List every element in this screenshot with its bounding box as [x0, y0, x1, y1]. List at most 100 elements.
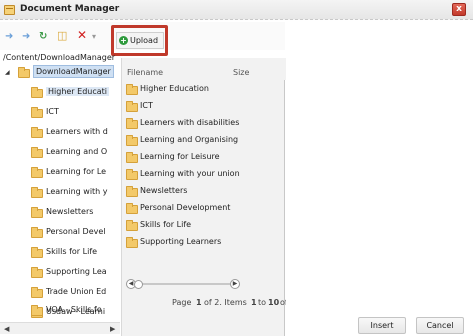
tree-item-label: Skills for Life: [46, 247, 98, 256]
tree-item-label: Learning and O: [46, 147, 108, 156]
pager-items-to: 10: [268, 298, 280, 307]
file-row[interactable]: Learning with your union: [126, 166, 284, 183]
folder-icon: [31, 167, 43, 178]
tree-item[interactable]: Trade Union Ed: [0, 283, 120, 303]
file-name: Learning for Leisure: [140, 152, 220, 161]
file-row[interactable]: ICT: [126, 98, 284, 115]
insert-button[interactable]: Insert: [358, 317, 406, 334]
scroll-thumb[interactable]: [134, 280, 143, 289]
folder-icon: [126, 152, 138, 163]
folder-icon: [126, 118, 138, 129]
forward-arrow-icon[interactable]: ➜: [22, 31, 30, 42]
folder-icon: [126, 135, 138, 146]
back-arrow-icon[interactable]: ➜: [5, 31, 13, 42]
file-row[interactable]: Learning and Organising: [126, 132, 284, 149]
cancel-button[interactable]: Cancel: [416, 317, 464, 334]
scroll-track[interactable]: [136, 283, 230, 285]
folder-icon: [18, 67, 30, 78]
tree-item[interactable]: VOA - Skills fo: [0, 303, 120, 321]
tree-item-label: DownloadManager: [33, 65, 114, 78]
folder-icon: [126, 101, 138, 112]
upload-label: Upload: [130, 36, 159, 45]
file-list-pane: Filename Size Higher Education ICT Learn…: [121, 58, 303, 336]
tree-item[interactable]: Personal Devel: [0, 223, 120, 243]
file-name: Higher Education: [140, 84, 209, 93]
scroll-right-icon[interactable]: ▶: [110, 325, 115, 333]
folder-icon: [126, 203, 138, 214]
file-name: Skills for Life: [140, 220, 192, 229]
pager-page-prefix: Page: [172, 298, 192, 307]
scroll-right-icon[interactable]: ▶: [230, 279, 240, 289]
tree-item[interactable]: Newsletters: [0, 203, 120, 223]
more-icon[interactable]: ▾: [92, 31, 96, 42]
folder-icon: [31, 267, 43, 278]
pager: Page 1 of 2. Items 1 to 10 of 15: [122, 298, 303, 312]
scroll-left-icon[interactable]: ◀: [4, 325, 9, 333]
file-name: Newsletters: [140, 186, 188, 195]
folder-icon: [126, 237, 138, 248]
folder-icon: [126, 84, 138, 95]
tree-item[interactable]: Learners with d: [0, 123, 120, 143]
folder-icon: [126, 220, 138, 231]
upload-icon: +: [119, 36, 128, 45]
tree-item-label: Learning with y: [46, 187, 108, 196]
tree-item-root[interactable]: ◢ DownloadManager: [0, 63, 120, 83]
tree-item[interactable]: Skills for Life: [0, 243, 120, 263]
file-name: ICT: [140, 101, 153, 110]
upload-button[interactable]: + Upload: [116, 32, 164, 49]
delete-icon[interactable]: ✕: [77, 29, 87, 41]
pager-page-of: of 2. Items: [204, 298, 247, 307]
document-manager-icon: [4, 5, 15, 15]
file-list-header: Filename Size: [122, 58, 286, 80]
folder-icon: [31, 227, 43, 238]
file-name: Learning with your union: [140, 169, 240, 178]
new-folder-icon[interactable]: ◫: [57, 30, 67, 41]
pager-items-to-word: to: [258, 298, 267, 307]
tree-horizontal-scrollbar[interactable]: ◀ ▶: [0, 322, 120, 334]
tree-item-label: Learners with d: [46, 127, 108, 136]
folder-icon: [126, 169, 138, 180]
tree-item[interactable]: Higher Educati: [0, 83, 120, 103]
file-row[interactable]: Higher Education: [126, 81, 284, 98]
file-name: Supporting Learners: [140, 237, 222, 246]
preview-pane: [286, 22, 473, 318]
window-title: Document Manager: [20, 4, 120, 14]
tree-item[interactable]: Learning and O: [0, 143, 120, 163]
collapse-icon[interactable]: ◢: [5, 69, 10, 76]
file-name: Personal Development: [140, 203, 231, 212]
tree-item-label: Supporting Lea: [46, 267, 107, 276]
folder-icon: [31, 247, 43, 258]
title-bar: Document Manager x: [0, 0, 473, 20]
pager-items-from: 1: [251, 298, 257, 307]
file-row[interactable]: Learning for Leisure: [126, 149, 284, 166]
folder-icon: [31, 287, 43, 298]
folder-icon: [31, 127, 43, 138]
column-size[interactable]: Size: [233, 68, 249, 77]
column-filename[interactable]: Filename: [127, 68, 163, 77]
file-row[interactable]: Skills for Life: [126, 217, 284, 234]
file-row[interactable]: Learners with disabilities: [126, 115, 284, 132]
tree-item-label: Personal Devel: [46, 227, 106, 236]
close-button[interactable]: x: [452, 3, 466, 16]
file-list-horizontal-scrollbar[interactable]: ◀ ▶: [126, 278, 240, 290]
tree-item-label: ICT: [46, 107, 59, 116]
folder-icon: [31, 87, 43, 98]
folder-icon: [31, 187, 43, 198]
tree-item-label: Newsletters: [46, 207, 94, 216]
file-row[interactable]: Newsletters: [126, 183, 284, 200]
folder-icon: [126, 186, 138, 197]
tree-item[interactable]: Supporting Lea: [0, 263, 120, 283]
tree-item[interactable]: Learning with y: [0, 183, 120, 203]
folder-icon: [31, 107, 43, 118]
tree-item[interactable]: Learning for Le: [0, 163, 120, 183]
folder-icon: [31, 207, 43, 218]
folder-icon: [31, 147, 43, 158]
tree-item[interactable]: ICT: [0, 103, 120, 123]
file-row[interactable]: Supporting Learners: [126, 234, 284, 251]
folder-tree: ◢ DownloadManager Higher Educati ICT Lea…: [0, 63, 120, 319]
refresh-icon[interactable]: ↻: [39, 31, 47, 42]
pager-page-current: 1: [196, 298, 202, 307]
current-path: /Content/DownloadManager: [3, 53, 116, 62]
tree-item-label: Higher Educati: [46, 87, 110, 96]
file-row[interactable]: Personal Development: [126, 200, 284, 217]
